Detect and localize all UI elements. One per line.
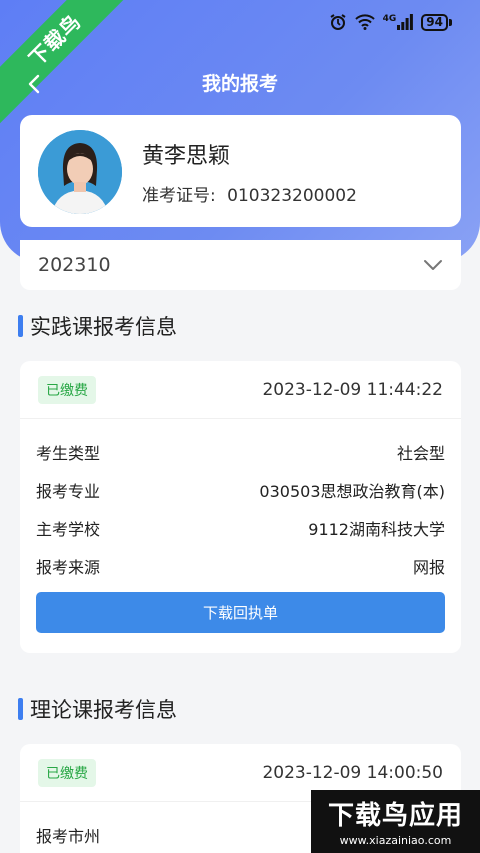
navigation-bar: 我的报考 bbox=[0, 66, 480, 102]
term-selected-value: 202310 bbox=[38, 254, 111, 276]
info-value: 社会型 bbox=[396, 444, 445, 463]
paid-status-badge: 已缴费 bbox=[38, 758, 96, 787]
term-dropdown[interactable]: 202310 bbox=[20, 240, 461, 290]
download-receipt-button[interactable]: 下载回执单 bbox=[36, 592, 445, 633]
info-row: 主考学校 9112湖南科技大学 bbox=[20, 509, 461, 547]
network-type-label: 4G bbox=[382, 14, 397, 24]
watermark-logo: 下载鸟应用 www.xiazainiao.com bbox=[311, 790, 480, 853]
registration-timestamp: 2023-12-09 11:44:22 bbox=[262, 379, 443, 400]
practice-card-header: 已缴费 2023-12-09 11:44:22 bbox=[20, 361, 461, 419]
info-value: 9112湖南科技大学 bbox=[308, 520, 445, 539]
info-label: 报考来源 bbox=[36, 558, 101, 577]
ticket-number: 010323200002 bbox=[227, 186, 357, 206]
candidate-name: 黄李思颖 bbox=[142, 144, 231, 169]
watermark-url: www.xiazainiao.com bbox=[339, 834, 452, 847]
wifi-icon bbox=[354, 14, 375, 30]
page-title: 我的报考 bbox=[201, 73, 278, 95]
practice-section-title: 实践课报考信息 bbox=[18, 311, 177, 341]
paid-status-badge: 已缴费 bbox=[38, 375, 96, 404]
status-bar: 4G 94 bbox=[329, 10, 452, 34]
info-label: 考生类型 bbox=[36, 444, 101, 463]
theory-section-title: 理论课报考信息 bbox=[18, 694, 177, 724]
back-button[interactable] bbox=[20, 70, 48, 98]
ticket-number-row: 准考证号: 010323200002 bbox=[142, 181, 357, 206]
watermark-title: 下载鸟应用 bbox=[327, 801, 463, 831]
avatar bbox=[38, 130, 122, 214]
practice-section-label: 实践课报考信息 bbox=[30, 315, 177, 339]
battery-indicator: 94 bbox=[421, 13, 452, 31]
info-value: 030503思想政治教育(本) bbox=[259, 482, 445, 501]
chevron-down-icon bbox=[424, 260, 442, 270]
battery-tip bbox=[449, 18, 452, 26]
cellular-signal-icon: 4G bbox=[383, 14, 414, 30]
info-label: 报考市州 bbox=[36, 827, 101, 846]
practice-registration-card: 已缴费 2023-12-09 11:44:22 考生类型 社会型 报考专业 03… bbox=[20, 361, 461, 653]
section-accent-bar bbox=[18, 698, 23, 720]
registration-timestamp: 2023-12-09 14:00:50 bbox=[262, 762, 443, 783]
alarm-icon bbox=[329, 13, 347, 31]
section-accent-bar bbox=[18, 315, 23, 337]
theory-section-label: 理论课报考信息 bbox=[30, 698, 177, 722]
profile-card: 黄李思颖 准考证号: 010323200002 bbox=[20, 115, 461, 227]
info-label: 报考专业 bbox=[36, 482, 101, 501]
chevron-left-icon bbox=[28, 74, 40, 94]
info-row: 报考来源 网报 bbox=[20, 547, 461, 585]
info-row: 报考专业 030503思想政治教育(本) bbox=[20, 471, 461, 509]
battery-level: 94 bbox=[421, 13, 448, 31]
info-row: 考生类型 社会型 bbox=[20, 433, 461, 471]
ticket-label: 准考证号: bbox=[142, 186, 216, 206]
info-label: 主考学校 bbox=[36, 520, 101, 539]
info-value: 网报 bbox=[412, 558, 445, 577]
